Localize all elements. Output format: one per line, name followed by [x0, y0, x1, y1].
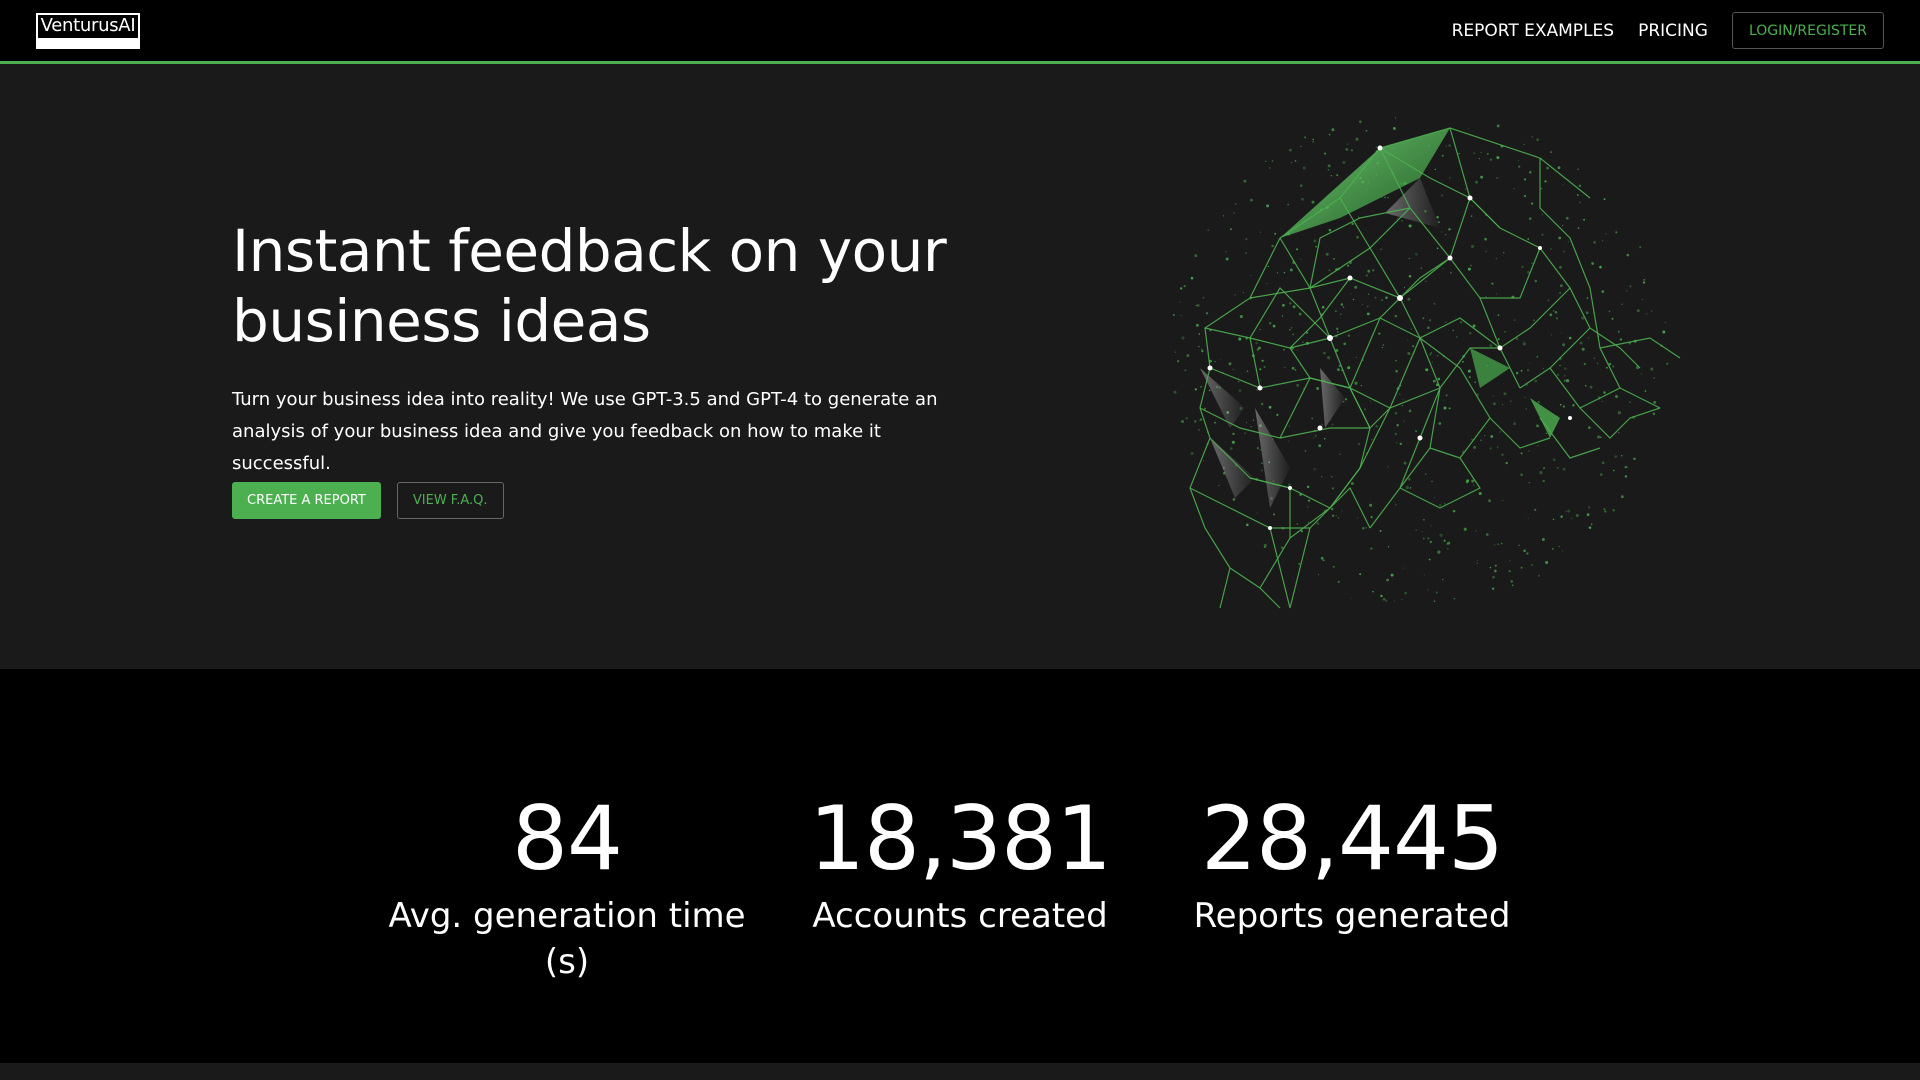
stats-section: 84 Avg. generation time (s) 18,381 Accou…: [0, 669, 1920, 1063]
nav-link-pricing[interactable]: PRICING: [1638, 21, 1708, 41]
hero-title: Instant feedback on your business ideas: [232, 217, 947, 355]
brand-logo-bar: [38, 37, 138, 47]
stat-reports-generated: 28,445 Reports generated: [1156, 789, 1548, 939]
stat-label: Avg. generation time (s): [388, 896, 746, 982]
stat-value: 84: [512, 787, 623, 890]
stat-generation-time: 84 Avg. generation time (s): [371, 789, 763, 985]
brand-logo[interactable]: VenturusAI: [36, 12, 140, 49]
login-register-button[interactable]: LOGIN/REGISTER: [1731, 12, 1884, 49]
brand-logo-text: VenturusAI: [40, 15, 136, 36]
hero-section: Instant feedback on your business ideas …: [0, 64, 1920, 669]
view-faq-button[interactable]: VIEW F.A.Q.: [396, 482, 504, 519]
hero-buttons: CREATE A REPORT VIEW F.A.Q.: [232, 482, 504, 519]
stat-value: 18,381: [809, 787, 1112, 890]
top-navbar: VenturusAI REPORT EXAMPLES PRICING LOGIN…: [0, 0, 1920, 64]
footer-strip: [0, 1063, 1920, 1080]
stat-label: Reports generated: [1193, 896, 1511, 936]
nav-link-report-examples[interactable]: REPORT EXAMPLES: [1452, 21, 1615, 41]
wireframe-head-icon: [1172, 117, 1681, 609]
hero-description: Turn your business idea into reality! We…: [232, 389, 938, 474]
stat-label: Accounts created: [812, 896, 1108, 936]
stat-accounts-created: 18,381 Accounts created: [764, 789, 1156, 939]
create-report-button[interactable]: CREATE A REPORT: [232, 482, 381, 519]
nav-menu: REPORT EXAMPLES PRICING LOGIN/REGISTER: [1428, 12, 1884, 49]
stat-value: 28,445: [1201, 787, 1504, 890]
